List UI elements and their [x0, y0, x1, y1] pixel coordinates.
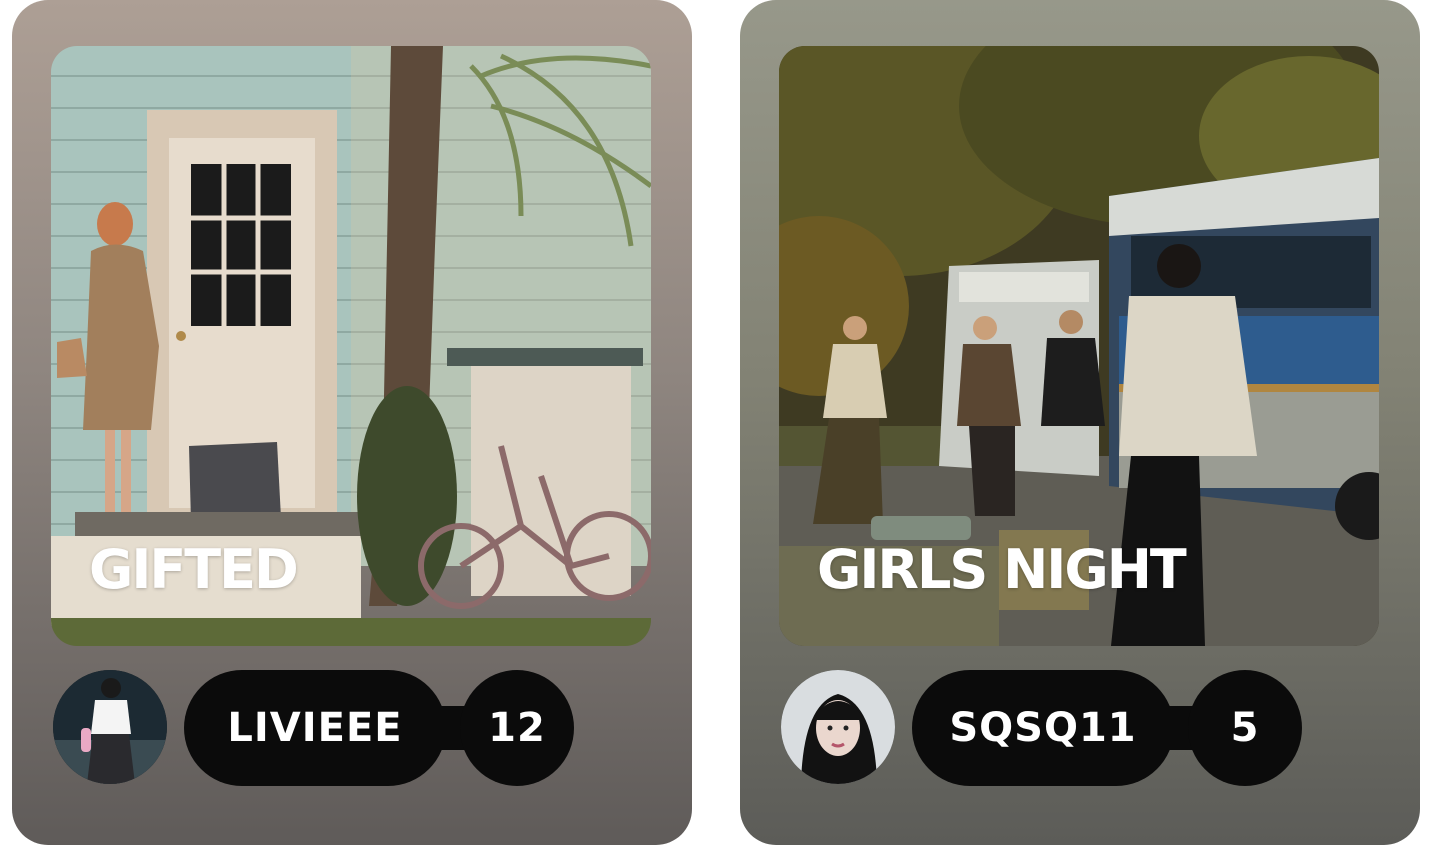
username-pill[interactable]: LIVIEEE	[184, 670, 446, 786]
username-pill[interactable]: SQSQ11	[912, 670, 1174, 786]
collection-card[interactable]: GIRLS NIGHT SQSQ11 5	[740, 0, 1420, 845]
avatar-icon	[781, 670, 895, 784]
username-label: LIVIEEE	[227, 705, 403, 751]
poster-image[interactable]: GIRLS NIGHT	[779, 46, 1379, 646]
collection-card[interactable]: GIFTED LIVIEEE 12	[12, 0, 692, 845]
poster-image[interactable]: GIFTED	[51, 46, 651, 646]
user-avatar[interactable]	[781, 670, 895, 784]
count-value: 12	[488, 705, 546, 751]
card-footer: LIVIEEE 12	[53, 670, 653, 786]
user-avatar[interactable]	[53, 670, 167, 784]
count-badge[interactable]: 5	[1188, 670, 1302, 786]
poster-title: GIRLS NIGHT	[817, 538, 1187, 601]
poster-title: GIFTED	[89, 538, 299, 601]
count-badge[interactable]: 12	[460, 670, 574, 786]
count-value: 5	[1230, 705, 1260, 751]
avatar-icon	[53, 670, 167, 784]
username-label: SQSQ11	[949, 705, 1137, 751]
card-footer: SQSQ11 5	[781, 670, 1381, 786]
